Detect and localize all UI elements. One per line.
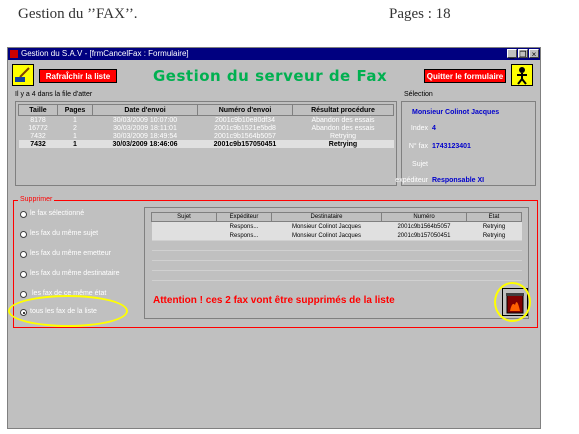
empty-row bbox=[151, 250, 522, 261]
empty-row bbox=[151, 270, 522, 281]
queue-table[interactable]: Taille Pages Date d'envoi Numéro d'envoi… bbox=[18, 104, 394, 148]
option-same-recipient-label: les fax du même destinataire bbox=[30, 270, 120, 277]
cell: Respons... bbox=[216, 231, 272, 241]
quit-form-button[interactable]: Quitter le formulaire bbox=[424, 69, 506, 83]
delete-table[interactable]: Sujet Expéditeur Destinataire Numéro Eta… bbox=[151, 212, 522, 290]
refresh-icon-button[interactable] bbox=[12, 64, 34, 86]
cell: 30/03/2009 18:11:01 bbox=[113, 124, 177, 132]
cell: Respons... bbox=[216, 221, 272, 231]
cell: 16772 bbox=[28, 124, 48, 132]
sender-label: expéditeur bbox=[395, 177, 428, 184]
highlight-circle-option bbox=[8, 295, 128, 327]
quit-icon-button[interactable] bbox=[511, 64, 533, 86]
sender-value: Responsable XI bbox=[432, 177, 485, 184]
app-icon bbox=[10, 50, 18, 58]
index-label: Index bbox=[410, 125, 428, 132]
exit-person-icon bbox=[517, 67, 527, 85]
cell: 30/03/2009 18:49:54 bbox=[112, 132, 178, 140]
table-row[interactable]: 8178 1 30/03/2009 10:07:00 2001c9b10e80d… bbox=[19, 116, 394, 125]
broom-icon bbox=[15, 67, 30, 82]
col-sujet[interactable]: Sujet bbox=[151, 212, 217, 222]
table-row[interactable]: 16772 2 30/03/2009 18:11:01 2001c9b1521e… bbox=[19, 124, 394, 132]
cell bbox=[151, 231, 217, 241]
cell: Abandon des essais bbox=[311, 124, 375, 132]
cell: 2001c9b10e80df34 bbox=[215, 116, 275, 124]
table-row[interactable]: Respons... Monsieur Colinot Jacques 2001… bbox=[151, 221, 522, 231]
close-button[interactable]: × bbox=[529, 49, 539, 59]
cell: Retrying bbox=[292, 140, 394, 148]
queue-list-panel: Taille Pages Date d'envoi Numéro d'envoi… bbox=[15, 101, 397, 186]
col-expediteur[interactable]: Expéditeur bbox=[216, 212, 272, 222]
cell: 30/03/2009 10:07:00 bbox=[112, 116, 178, 124]
refresh-list-button[interactable]: RafraÎchir la liste bbox=[39, 69, 117, 83]
app-window: Gestion du S.A.V - [frmCancelFax : Formu… bbox=[7, 47, 541, 429]
empty-row bbox=[151, 260, 522, 271]
cell: Retrying bbox=[466, 221, 522, 231]
cell: Monsieur Colinot Jacques bbox=[271, 221, 382, 231]
empty-row bbox=[151, 280, 522, 290]
col-resultat[interactable]: Résultat procédure bbox=[292, 104, 394, 116]
col-date[interactable]: Date d'envoi bbox=[92, 104, 198, 116]
subject-label: Sujet bbox=[412, 161, 428, 168]
radio-selected-fax[interactable] bbox=[20, 211, 27, 218]
col-etat[interactable]: Etat bbox=[466, 212, 522, 222]
maximize-button[interactable]: ❐ bbox=[518, 49, 528, 59]
title-bar: Gestion du S.A.V - [frmCancelFax : Formu… bbox=[8, 48, 540, 60]
table-row[interactable]: 7432 1 30/03/2009 18:49:54 2001c9b1564b5… bbox=[19, 132, 394, 140]
cell: 7432 bbox=[30, 132, 46, 140]
col-destinataire[interactable]: Destinataire bbox=[271, 212, 382, 222]
queue-header-row: Taille Pages Date d'envoi Numéro d'envoi… bbox=[18, 104, 394, 116]
option-same-subject-label: les fax du même sujet bbox=[30, 230, 99, 237]
col-numero[interactable]: Numéro d'envoi bbox=[197, 104, 293, 116]
col-taille[interactable]: Taille bbox=[18, 104, 58, 116]
fax-number-value: 1743123401 bbox=[432, 143, 471, 150]
table-row[interactable]: Respons... Monsieur Colinot Jacques 2001… bbox=[151, 231, 522, 241]
cell: 2001c9b1521e5bd8 bbox=[214, 124, 276, 132]
radio-same-state[interactable] bbox=[20, 291, 27, 298]
cell: 8178 bbox=[30, 116, 46, 124]
option-same-sender-label: les fax du même emetteur bbox=[30, 250, 111, 257]
cell: 1 bbox=[73, 132, 77, 140]
col-pages[interactable]: Pages bbox=[57, 104, 93, 116]
cell: 2001c9b1564b5057 bbox=[381, 221, 467, 231]
cell: 2001c9b157050451 bbox=[381, 231, 467, 241]
highlight-circle-button bbox=[494, 282, 531, 322]
radio-same-subject[interactable] bbox=[20, 231, 27, 238]
radio-same-sender[interactable] bbox=[20, 251, 27, 258]
window-title: Gestion du S.A.V - [frmCancelFax : Formu… bbox=[21, 49, 189, 58]
col-numero[interactable]: Numéro bbox=[381, 212, 467, 222]
fax-number-label: N° fax bbox=[408, 143, 428, 150]
document-page-number: Pages : 18 bbox=[389, 6, 451, 22]
cell: 30/03/2009 18:46:06 bbox=[92, 140, 198, 148]
page-heading: Gestion du serveur de Fax bbox=[153, 67, 388, 85]
cell: 2001c9b1564b5057 bbox=[214, 132, 276, 140]
queue-count-label: Il y a 4 dans la file d'atter bbox=[15, 91, 93, 98]
option-selected-fax-label: le fax sélectionné bbox=[30, 210, 85, 217]
cell: Retrying bbox=[329, 132, 357, 140]
empty-row bbox=[151, 240, 522, 251]
cell bbox=[151, 221, 217, 231]
index-value: 4 bbox=[432, 125, 436, 132]
selection-name: Monsieur Colinot Jacques bbox=[412, 109, 500, 116]
cell: Monsieur Colinot Jacques bbox=[271, 231, 382, 241]
cell: 2 bbox=[73, 124, 77, 132]
selection-title: Sélection bbox=[404, 91, 433, 98]
delete-title: Supprimer bbox=[18, 196, 55, 203]
cell: 1 bbox=[57, 140, 93, 148]
delete-warning: Attention ! ces 2 fax vont être supprimé… bbox=[153, 295, 395, 306]
radio-same-recipient[interactable] bbox=[20, 271, 27, 278]
cell: 7432 bbox=[18, 140, 58, 148]
table-row-selected[interactable]: 7432 1 30/03/2009 18:46:06 2001c9b157050… bbox=[18, 140, 394, 148]
selection-panel: Monsieur Colinot Jacques Index 4 N° fax … bbox=[395, 101, 536, 186]
document-header-left: Gestion du ’’FAX’’. bbox=[18, 6, 138, 22]
cell: 2001c9b157050451 bbox=[197, 140, 293, 148]
cell: Retrying bbox=[466, 231, 522, 241]
cell: 1 bbox=[73, 116, 77, 124]
delete-header-row: Sujet Expéditeur Destinataire Numéro Eta… bbox=[151, 212, 522, 222]
minimize-button[interactable]: _ bbox=[507, 49, 517, 59]
cell: Abandon des essais bbox=[311, 116, 375, 124]
